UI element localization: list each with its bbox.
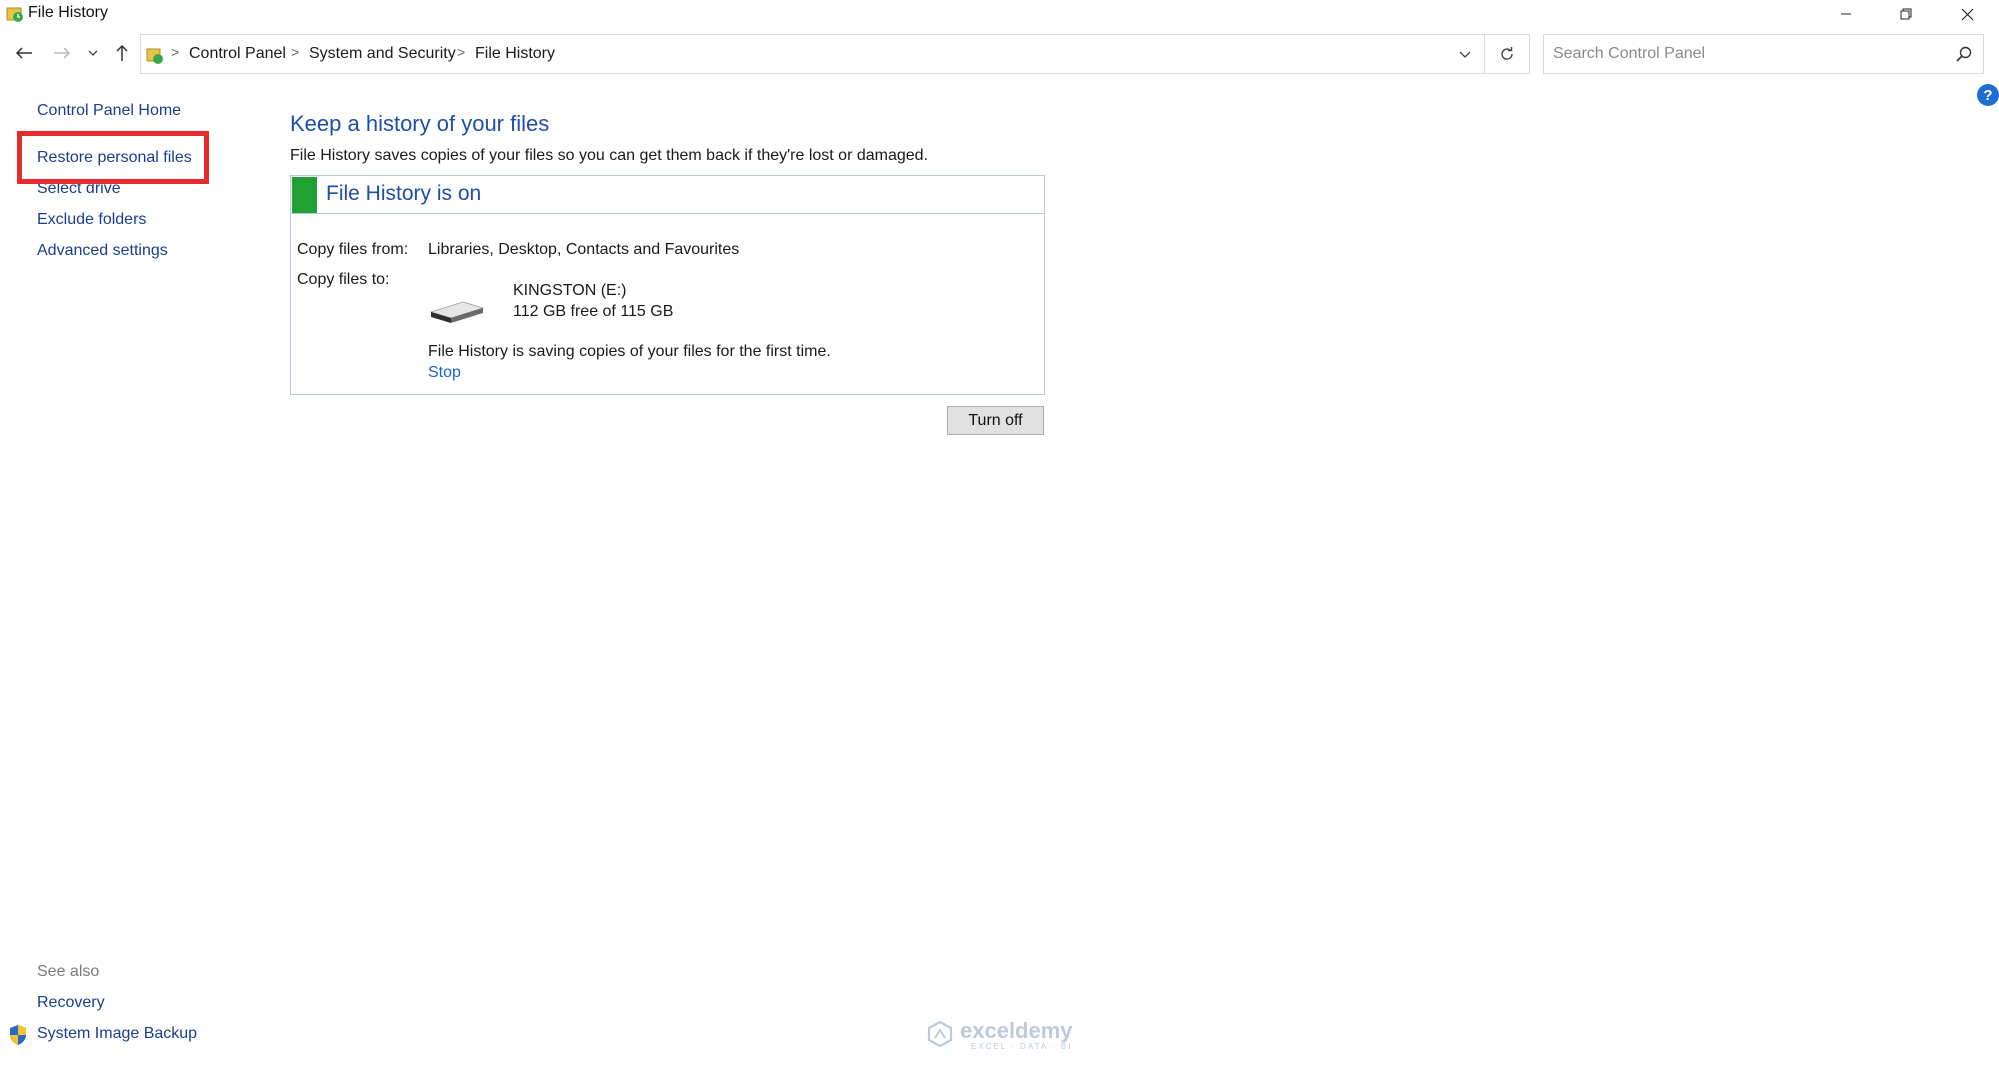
- exceldemy-watermark: exceldemy EXCEL · DATA · BI: [927, 1018, 1073, 1052]
- minimize-icon: [1841, 13, 1851, 15]
- recent-locations-button[interactable]: [84, 42, 102, 64]
- breadcrumb-control-panel[interactable]: Control Panel: [189, 45, 286, 63]
- breadcrumb-separator: >: [457, 44, 466, 60]
- stop-link[interactable]: Stop: [428, 364, 461, 382]
- breadcrumb-separator: >: [171, 44, 180, 60]
- breadcrumb-file-history[interactable]: File History: [475, 45, 555, 63]
- navigation-bar: > Control Panel > System and Security > …: [0, 34, 1999, 74]
- copy-from-label: Copy files from:: [297, 241, 409, 258]
- file-history-status-panel: File History is on Copy files from: Libr…: [290, 175, 1045, 395]
- title-bar: File History: [0, 0, 1999, 28]
- back-arrow-icon: [15, 47, 32, 59]
- status-indicator: [292, 177, 317, 213]
- see-also-system-image-backup-link[interactable]: System Image Backup: [37, 1025, 197, 1043]
- up-arrow-icon: [116, 44, 128, 61]
- uac-shield-icon: [10, 1025, 26, 1045]
- breadcrumb-system-and-security[interactable]: System and Security: [309, 45, 456, 63]
- watermark-name: exceldemy: [960, 1018, 1073, 1043]
- saving-status-message: File History is saving copies of your fi…: [428, 343, 831, 360]
- chevron-down-icon: [88, 50, 98, 56]
- see-also-recovery-link[interactable]: Recovery: [37, 994, 105, 1012]
- sidebar-item-control-panel-home[interactable]: Control Panel Home: [37, 102, 181, 120]
- refresh-button[interactable]: [1485, 34, 1530, 74]
- search-placeholder: Search Control Panel: [1553, 45, 1706, 62]
- breadcrumb-separator: >: [291, 44, 300, 60]
- sidebar-item-advanced-settings[interactable]: Advanced settings: [37, 242, 168, 260]
- restore-icon: [1900, 8, 1912, 20]
- file-history-icon: [6, 7, 23, 22]
- close-button[interactable]: [1937, 0, 1997, 28]
- exceldemy-logo-icon: [927, 1021, 953, 1047]
- back-button[interactable]: [12, 42, 36, 64]
- drive-icon: [429, 301, 485, 323]
- help-icon[interactable]: ?: [1977, 84, 1999, 106]
- page-title: Keep a history of your files: [290, 111, 550, 136]
- highlight-annotation-box: [17, 131, 209, 184]
- drive-name: KINGSTON (E:): [513, 282, 627, 299]
- sidebar-item-exclude-folders[interactable]: Exclude folders: [37, 211, 146, 229]
- status-header: File History is on: [291, 176, 1044, 214]
- see-also-heading: See also: [37, 963, 100, 980]
- copy-to-label: Copy files to:: [297, 271, 390, 288]
- search-input[interactable]: Search Control Panel: [1543, 34, 1984, 74]
- chevron-down-icon: [1459, 51, 1471, 58]
- window-title: File History: [28, 4, 109, 21]
- forward-arrow-icon: [54, 47, 71, 59]
- forward-button[interactable]: [50, 42, 74, 64]
- restore-button[interactable]: [1876, 0, 1936, 28]
- close-icon: [1961, 8, 1973, 20]
- address-dropdown-button[interactable]: [1454, 45, 1476, 65]
- address-bar[interactable]: > Control Panel > System and Security > …: [140, 34, 1485, 74]
- search-icon[interactable]: [1955, 45, 1973, 63]
- refresh-icon: [1501, 47, 1513, 60]
- up-button[interactable]: [110, 42, 134, 64]
- watermark-tagline: EXCEL · DATA · BI: [971, 1042, 1073, 1051]
- drive-free-space: 112 GB free of 115 GB: [513, 303, 674, 320]
- control-panel-icon: [146, 48, 163, 64]
- page-description: File History saves copies of your files …: [290, 147, 929, 164]
- minimize-button[interactable]: [1816, 0, 1876, 28]
- copy-from-value: Libraries, Desktop, Contacts and Favouri…: [428, 241, 740, 258]
- turn-off-button[interactable]: Turn off: [947, 406, 1044, 435]
- status-title: File History is on: [326, 182, 482, 205]
